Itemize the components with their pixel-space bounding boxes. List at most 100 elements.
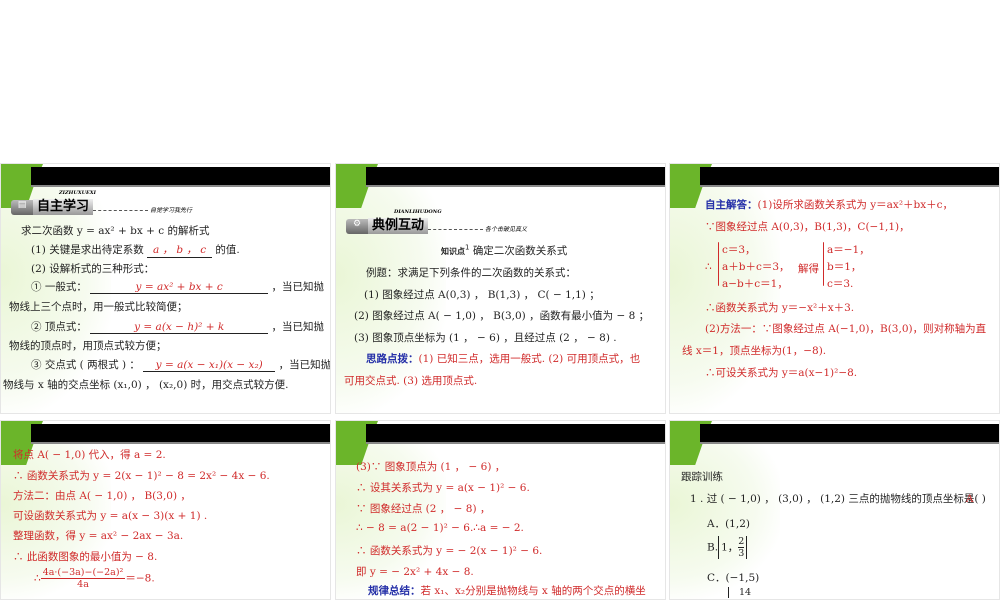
answer-blank: y = a(x − x₁)(x − x₂) — [143, 359, 276, 372]
equation: c＝3. — [827, 278, 854, 290]
hint-text: (1) 已知三点，选用一般式. (2) 可用顶点式，也 — [418, 353, 641, 365]
text: ③ 交点式 ( 两根式 ) ： — [31, 359, 140, 371]
rule-label: 规律总结： — [368, 585, 421, 597]
text: ＝−8. — [125, 572, 155, 585]
intro-text: 求二次函数 y = ax² + bx + c 的解析式 — [21, 225, 210, 237]
header-bar — [366, 424, 665, 444]
slide-solution[interactable]: 自主解答：(1)设所求函数关系式为 y＝ax²＋bx＋c， ∵图象经过点 A(0… — [669, 163, 1000, 414]
therefore-symbol: ∴ — [705, 261, 712, 273]
brace — [823, 242, 824, 286]
rule-text: 若 x₁、x₂分别是抛物线与 x 轴的两个交点的横坐 — [420, 585, 646, 597]
condition-1: (1) 图象经过点 A(0,3) ， B(1,3) ， C( − 1,1) ； — [364, 289, 600, 301]
text: 1， — [721, 541, 739, 554]
denominator: 3 — [738, 548, 745, 559]
book-icon: ▤ — [11, 200, 33, 215]
text: 即 y = − 2x² + 4x − 8. — [356, 566, 474, 578]
text: 将点 A( − 1,0) 代入，得 a = 2. — [13, 449, 166, 461]
slide-self-study[interactable]: ZIZHUXUEXI ▤ 自主学习 自觉学习我先行 求二次函数 y = ax² … — [0, 163, 331, 414]
example-text: 例题：求满足下列条件的二次函数的关系式： — [366, 267, 576, 279]
text: 线 x＝1，顶点坐标为(1，−8). — [682, 345, 827, 357]
denominator: 4a — [77, 579, 89, 590]
kp-label: 知识点 — [441, 247, 465, 256]
logo-title: 典例互动 — [368, 218, 429, 234]
text: ∴ 设其关系式为 y = a(x − 1)² − 6. — [356, 482, 530, 494]
text: (1) 关键是求出待定系数 — [31, 244, 144, 256]
logo-tagline: 自觉学习我先行 — [150, 207, 193, 214]
hint-label: 思路点拨： — [366, 353, 419, 365]
slide-solution-cont[interactable]: 将点 A( − 1,0) 代入，得 a = 2. ∴ 函数关系式为 y = 2(… — [0, 420, 331, 600]
brace — [718, 242, 719, 286]
text: ② 顶点式： — [31, 321, 87, 333]
slide-example[interactable]: DIANLIHUDONG ⚙ 典例互动 各个击破见真义 知识点1 确定二次函数关… — [335, 163, 666, 414]
text: 可设函数关系式为 y = a(x − 3)(x + 1) . — [13, 510, 208, 522]
header-bar — [366, 167, 665, 187]
text: (3)∵ 图象顶点为 (1 ， − 6) ， — [356, 461, 506, 473]
option-c[interactable]: C．(−1,5) — [707, 570, 759, 585]
answer-label: 自主解答： — [705, 199, 758, 211]
knowledge-point: 知识点1 确定二次函数关系式 — [441, 243, 567, 258]
text: (2)方法一：∵图象经过点 A(−1,0)，B(3,0)，则对称轴为直 — [705, 323, 987, 335]
fraction-line: ∴ 4a·(−3a)−(−2a)² 4a ＝−8. — [34, 567, 155, 590]
header-bar — [700, 424, 999, 444]
text: ，当已知抛 — [278, 359, 331, 371]
text: ∵图象经过点 A(0,3)，B(1,3)，C(−1,1)， — [705, 221, 910, 233]
form-general: ① 一般式： y = ax² + bx + c ，当已知抛 — [31, 279, 324, 294]
text: 物线与 x 轴的交点坐标 (x₁,0) ， (x₂,0) 时，用交点式较方便. — [3, 379, 289, 391]
text: ∴函数关系式为 y＝−x²＋x＋3. — [705, 302, 855, 314]
equation: c＝3， — [722, 244, 756, 256]
header-bar — [31, 424, 330, 444]
text: ∵ 图象经过点 (2 ， − 8) ， — [356, 503, 491, 515]
rule-summary: 规律总结：若 x₁、x₂分别是抛物线与 x 轴的两个交点的横坐 — [368, 583, 646, 598]
numerator: 4a·(−3a)−(−2a)² — [40, 567, 126, 579]
question-1: 1 . 过 ( − 1,0) ， (3,0) ， (1,2) 三点的抛物线的顶点… — [690, 491, 986, 506]
answer-mark: A — [965, 493, 974, 505]
option-d[interactable]: 14 — [728, 587, 751, 598]
fraction: 23 — [738, 536, 745, 559]
fraction: 4a·(−3a)−(−2a)² 4a — [40, 567, 126, 590]
answer-line: 自主解答：(1)设所求函数关系式为 y＝ax²＋bx＋c， — [705, 197, 953, 212]
text: 物线的顶点时，用顶点式较方便； — [9, 340, 167, 352]
line-1: (1) 关键是求出待定系数 a ， b ， c 的值. — [31, 242, 240, 258]
form-intercept: ③ 交点式 ( 两根式 ) ： y = a(x − x₁)(x − x₂) ，当… — [31, 357, 331, 372]
form-vertex: ② 顶点式： y = a(x − h)² + k ，当已知抛 — [31, 319, 324, 334]
logo-title: 自主学习 — [33, 199, 94, 215]
section-heading: 跟踪训练 — [681, 471, 723, 483]
section-logo: DIANLIHUDONG ⚙ 典例互动 各个击破见真义 — [346, 209, 528, 234]
gear-icon: ⚙ — [346, 219, 368, 234]
equation: b＝1， — [827, 261, 862, 273]
text: ∴ − 8 = a(2 − 1)² − 6.∴a = − 2. — [356, 522, 524, 534]
equation: a＋b＋c＝3， — [722, 261, 790, 273]
option-b[interactable]: B. 1， 2 3 — [707, 536, 748, 559]
logo-pinyin: ZIZHUXUEXI — [59, 190, 96, 196]
kp-title: 确定二次函数关系式 — [472, 245, 568, 257]
slide-practice[interactable]: 跟踪训练 1 . 过 ( − 1,0) ， (3,0) ， (1,2) 三点的抛… — [669, 420, 1000, 600]
condition-2: (2) 图象经过点 A( − 1,0) ， B(3,0) ，函数有最小值为 − … — [354, 310, 650, 322]
text: ∴ 此函数图象的最小值为 − 8. — [13, 551, 158, 563]
text: B. — [707, 541, 719, 554]
text: ∴ 函数关系式为 y = − 2(x − 1)² − 6. — [356, 545, 543, 557]
therefore-symbol: ∴ — [34, 572, 41, 585]
text: 整理函数，得 y = ax² − 2ax − 3a. — [13, 530, 184, 542]
text: ∴ 函数关系式为 y = 2(x − 1)² − 8 = 2x² − 4x − … — [13, 470, 270, 482]
slide-solution-part3[interactable]: (3)∵ 图象顶点为 (1 ， − 6) ， ∴ 设其关系式为 y = a(x … — [335, 420, 666, 600]
divider — [428, 229, 484, 230]
text: ，当已知抛 — [271, 281, 325, 293]
section-logo: ZIZHUXUEXI ▤ 自主学习 自觉学习我先行 — [11, 190, 193, 215]
hint-text: 可用交点式. (3) 选用顶点式. — [344, 375, 478, 387]
header-bar — [700, 167, 999, 187]
answer-blank: a ， b ， c — [147, 242, 213, 258]
line-2: (2) 设解析式的三种形式： — [31, 263, 155, 275]
option-a[interactable]: A．(1,2) — [707, 516, 750, 531]
text: ，当已知抛 — [271, 321, 325, 333]
text: 方法二：由点 A( − 1,0) ， B(3,0) ， — [13, 490, 191, 502]
numerator: 2 — [738, 536, 745, 548]
text: 解得 — [798, 263, 819, 275]
logo-tagline: 各个击破见真义 — [485, 226, 528, 233]
logo-pinyin: DIANLIHUDONG — [394, 209, 442, 215]
question-text: 1 . 过 ( − 1,0) ， (3,0) ， (1,2) 三点的抛物线的顶点… — [690, 493, 986, 505]
text: ① 一般式： — [31, 281, 87, 293]
header-bar — [31, 167, 330, 187]
text: (1)设所求函数关系式为 y＝ax²＋bx＋c， — [757, 199, 954, 211]
text: ∴可设关系式为 y＝a(x−1)²−8. — [705, 367, 858, 379]
answer-blank: y = ax² + bx + c — [90, 281, 269, 294]
